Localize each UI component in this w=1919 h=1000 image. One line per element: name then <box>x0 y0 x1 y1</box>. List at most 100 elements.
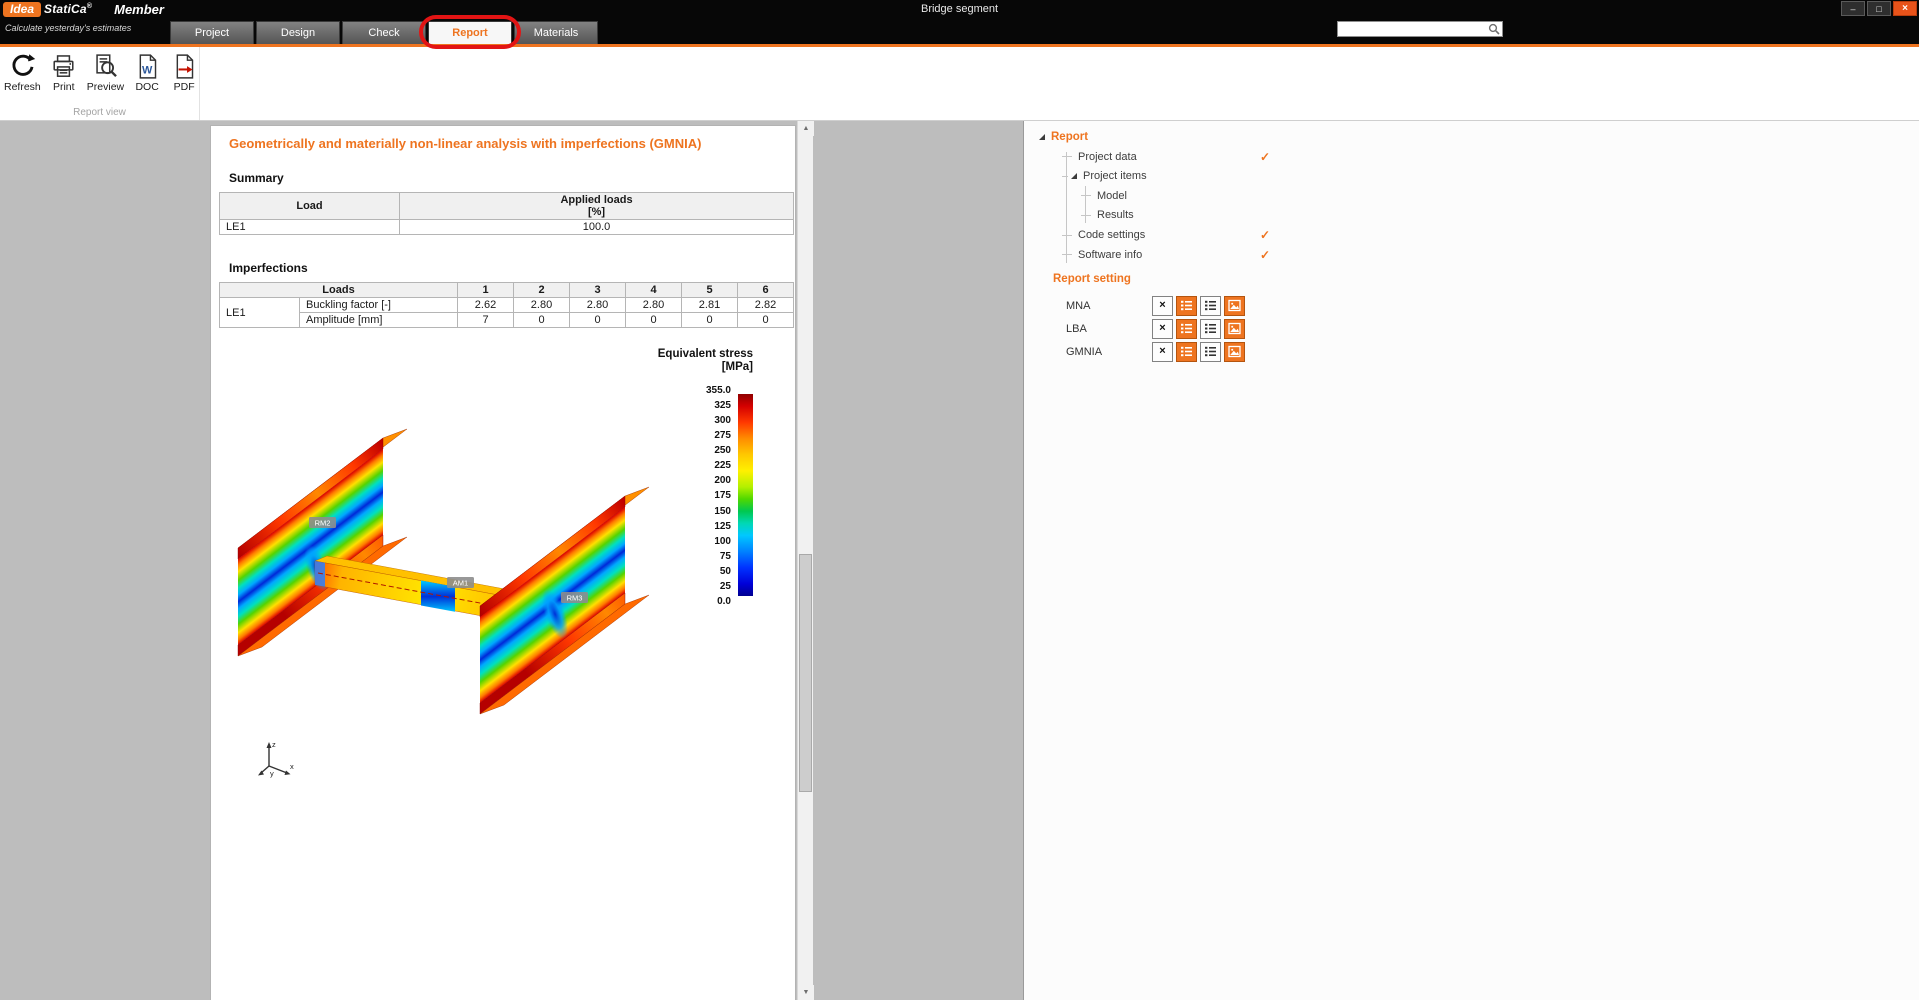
svg-text:RM3: RM3 <box>567 594 583 603</box>
expander-icon[interactable] <box>1071 173 1077 179</box>
print-label: Print <box>53 81 75 93</box>
tab-project[interactable]: Project <box>170 21 254 44</box>
preview-label: Preview <box>87 81 124 93</box>
window-controls: – □ × <box>1839 1 1917 16</box>
pdf-label: PDF <box>174 81 195 93</box>
legend-tick: 50 <box>706 566 731 577</box>
ribbon: Refresh Print Preview W DOC PDF Report v… <box>0 47 1919 121</box>
mna-picture-button[interactable] <box>1224 296 1245 316</box>
tab-materials[interactable]: Materials <box>514 21 598 44</box>
print-button[interactable]: Print <box>50 53 78 93</box>
check-icon[interactable]: ✓ <box>1260 148 1270 168</box>
picture-icon <box>1228 345 1241 358</box>
list-icon <box>1204 299 1217 312</box>
window-title: Bridge segment <box>921 3 998 15</box>
lba-picture-button[interactable] <box>1224 319 1245 339</box>
ribbon-group-label: Report view <box>0 107 199 118</box>
picture-icon <box>1228 322 1241 335</box>
imperfections-table: Loads 1 2 3 4 5 6 LE1 Buckling factor [-… <box>219 282 794 328</box>
mna-exclude-button[interactable]: × <box>1152 296 1173 316</box>
tree-item-project-items[interactable]: Project items <box>1038 167 1318 187</box>
lba-detail-output-button[interactable] <box>1200 319 1221 339</box>
detail-list-icon <box>1180 345 1193 358</box>
tree-root-label: Report <box>1051 131 1088 143</box>
summary-heading: Summary <box>229 171 781 185</box>
buckling-value-6: 2.82 <box>738 298 794 313</box>
tree-item-model[interactable]: Model <box>1038 187 1318 207</box>
titlebar: Idea StatiCa® Member Bridge segment – □ … <box>0 0 1919 18</box>
legend-min: 0.0 <box>706 596 731 607</box>
minimize-button[interactable]: – <box>1841 1 1865 16</box>
maximize-button[interactable]: □ <box>1867 1 1891 16</box>
legend-tick: 325 <box>706 400 731 411</box>
summary-table: Load Applied loads [%] LE1 100.0 <box>219 192 794 235</box>
legend-tick: 200 <box>706 475 731 486</box>
mna-brief-output-button[interactable] <box>1176 296 1197 316</box>
statica-logo-text: StatiCa <box>44 2 87 16</box>
mode-header-1: 1 <box>458 283 514 298</box>
search-box <box>1337 21 1503 37</box>
gmnia-detail-output-button[interactable] <box>1200 342 1221 362</box>
refresh-button[interactable]: Refresh <box>4 53 41 93</box>
setting-row-lba: LBA × <box>1039 317 1248 340</box>
member-label-rm2: RM2 <box>309 517 336 528</box>
scroll-up-button[interactable]: ▲ <box>798 121 814 136</box>
legend-color-bar <box>738 394 753 596</box>
summary-load-cell: LE1 <box>220 220 400 235</box>
search-input[interactable] <box>1338 23 1488 35</box>
tree-item-code-settings[interactable]: Code settings ✓ <box>1038 226 1318 246</box>
tree-item-software-info[interactable]: Software info ✓ <box>1038 246 1318 266</box>
doc-export-button[interactable]: W DOC <box>133 53 161 93</box>
setting-row-label: MNA <box>1039 300 1152 312</box>
preview-button[interactable]: Preview <box>87 53 124 93</box>
print-icon <box>50 53 77 80</box>
tree-item-results[interactable]: Results <box>1038 206 1318 226</box>
buckling-value-4: 2.80 <box>626 298 682 313</box>
close-button[interactable]: × <box>1893 1 1917 16</box>
ribbon-buttons: Refresh Print Preview W DOC PDF <box>4 53 198 93</box>
legend-body: 355.0 325 300 275 250 225 200 175 150 12… <box>625 385 753 607</box>
legend-tick: 250 <box>706 445 731 456</box>
member-label-am1: AM1 <box>447 577 474 588</box>
expander-icon[interactable] <box>1039 134 1045 140</box>
tab-check[interactable]: Check <box>342 21 426 44</box>
scrollbar-thumb[interactable] <box>799 554 812 792</box>
mna-detail-output-button[interactable] <box>1200 296 1221 316</box>
summary-header-row: Load Applied loads [%] <box>220 193 794 220</box>
mode-header-5: 5 <box>682 283 738 298</box>
pdf-export-button[interactable]: PDF <box>170 53 198 93</box>
check-icon[interactable]: ✓ <box>1260 246 1270 266</box>
amplitude-value-6: 0 <box>738 313 794 328</box>
detail-list-icon <box>1180 322 1193 335</box>
mode-header-6: 6 <box>738 283 794 298</box>
legend-tick: 150 <box>706 506 731 517</box>
tree-item-label: Project data <box>1078 151 1137 163</box>
tab-design[interactable]: Design <box>256 21 340 44</box>
amplitude-value-5: 0 <box>682 313 738 328</box>
lba-brief-output-button[interactable] <box>1176 319 1197 339</box>
buckling-factor-row: LE1 Buckling factor [-] 2.62 2.80 2.80 2… <box>220 298 794 313</box>
tree-tick <box>1062 254 1072 255</box>
buckling-value-5: 2.81 <box>682 298 738 313</box>
amplitude-value-3: 0 <box>570 313 626 328</box>
gmnia-exclude-button[interactable]: × <box>1152 342 1173 362</box>
setting-row-gmnia: GMNIA × <box>1039 340 1248 363</box>
report-scrollbar[interactable]: ▲ ▼ <box>797 121 813 1000</box>
doc-label: DOC <box>135 81 158 93</box>
lba-exclude-button[interactable]: × <box>1152 319 1173 339</box>
legend-unit: [MPa] <box>625 361 753 373</box>
tree-item-report[interactable]: Report <box>1038 128 1318 148</box>
amplitude-value-4: 0 <box>626 313 682 328</box>
tree-tick <box>1081 215 1091 216</box>
gmnia-brief-output-button[interactable] <box>1176 342 1197 362</box>
tab-report[interactable]: Report <box>428 21 512 44</box>
mode-header-3: 3 <box>570 283 626 298</box>
scroll-down-button[interactable]: ▼ <box>798 985 814 1000</box>
imperfections-heading: Imperfections <box>229 261 781 275</box>
svg-text:AM1: AM1 <box>453 579 468 588</box>
gmnia-picture-button[interactable] <box>1224 342 1245 362</box>
tree-tick <box>1062 176 1068 177</box>
buckling-value-3: 2.80 <box>570 298 626 313</box>
tree-item-project-data[interactable]: Project data ✓ <box>1038 148 1318 168</box>
check-icon[interactable]: ✓ <box>1260 226 1270 246</box>
